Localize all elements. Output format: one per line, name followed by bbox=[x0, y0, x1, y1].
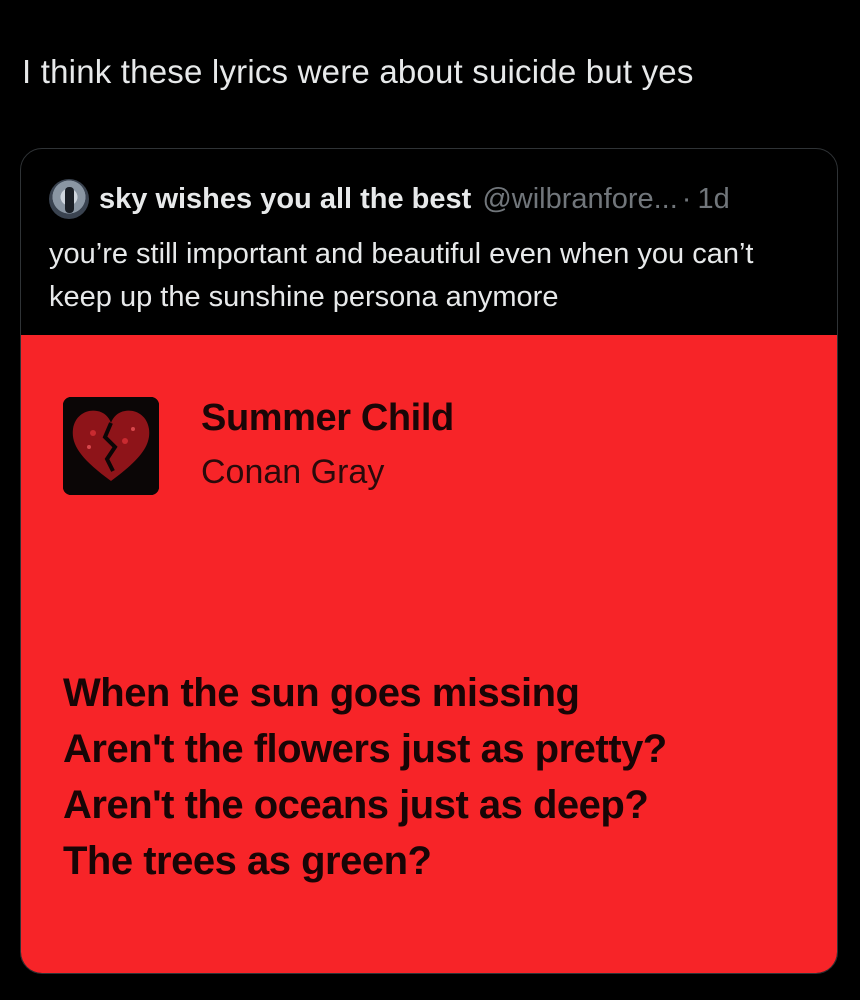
lyrics-block: When the sun goes missing Aren't the flo… bbox=[63, 665, 823, 889]
quoted-post-header: sky wishes you all the best @wilbranfore… bbox=[49, 179, 730, 219]
song-artist: Conan Gray bbox=[201, 453, 385, 491]
quoted-post-card[interactable]: sky wishes you all the best @wilbranfore… bbox=[20, 148, 838, 974]
quoted-post-age[interactable]: 1d bbox=[697, 183, 729, 216]
lyric-line: When the sun goes missing bbox=[63, 671, 580, 715]
separator-dot: · bbox=[681, 182, 692, 215]
quoted-display-name[interactable]: sky wishes you all the best bbox=[99, 183, 471, 216]
lyrics-card-image[interactable]: Summer Child Conan Gray When the sun goe… bbox=[21, 335, 837, 973]
quoted-post-text: you’re still important and beautiful eve… bbox=[49, 238, 754, 313]
lyric-line: The trees as green? bbox=[63, 839, 432, 883]
quoted-handle[interactable]: @wilbranfore... bbox=[482, 183, 677, 216]
avatar[interactable] bbox=[49, 179, 89, 219]
post-text: I think these lyrics were about suicide … bbox=[22, 53, 694, 90]
lyric-line: Aren't the flowers just as pretty? bbox=[63, 727, 667, 771]
lyric-line: Aren't the oceans just as deep? bbox=[63, 783, 649, 827]
album-art-icon bbox=[63, 397, 159, 495]
song-title: Summer Child bbox=[201, 397, 454, 439]
